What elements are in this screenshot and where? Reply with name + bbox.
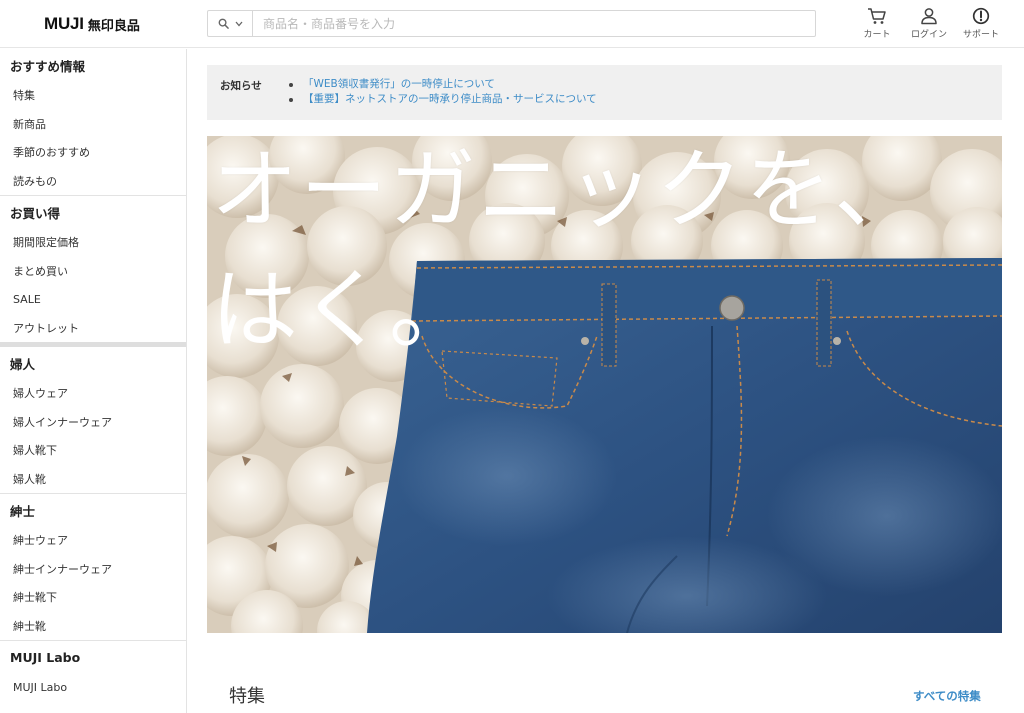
notice-panel: お知らせ 「WEB領収書発行」の一時停止について 【重要】ネットストアの一時承り…	[207, 65, 1002, 120]
hero-headline-line2: はく。	[211, 259, 478, 361]
category-sidebar: おすすめ情報 特集 新商品 季節のおすすめ 読みもの お買い得 期間限定価格 ま…	[0, 49, 187, 713]
search-input[interactable]	[253, 11, 815, 36]
sidebar-item-mens-wear[interactable]: 紳士ウェア	[0, 526, 186, 555]
search-bar	[207, 10, 816, 37]
sidebar-item-sale[interactable]: SALE	[0, 285, 186, 314]
bullet-icon	[289, 82, 293, 87]
notice-link[interactable]: 【重要】ネットストアの一時承り停止商品・サービスについて	[303, 92, 597, 107]
login-button[interactable]: ログイン	[901, 7, 957, 40]
user-icon	[921, 8, 937, 25]
sidebar-section-title: MUJI Labo	[10, 649, 81, 665]
feature-section-title: 特集	[229, 686, 265, 707]
notice-link[interactable]: 「WEB領収書発行」の一時停止について	[303, 77, 495, 92]
sidebar-item-muji-labo[interactable]: MUJI Labo	[0, 673, 186, 702]
notice-item[interactable]: 【重要】ネットストアの一時承り停止商品・サービスについて	[289, 92, 597, 107]
notice-label: お知らせ	[220, 80, 262, 92]
cart-button[interactable]: カート	[849, 7, 905, 40]
notice-item[interactable]: 「WEB領収書発行」の一時停止について	[289, 77, 597, 92]
muji-logo[interactable]: MUJI 無印良品	[44, 13, 140, 35]
sidebar-section-title: 婦人	[10, 356, 36, 372]
support-label: サポート	[962, 30, 999, 40]
logo-kanji: 無印良品	[87, 18, 140, 34]
sidebar-section-title: お買い得	[10, 205, 61, 221]
sidebar-item-mens-innerwear[interactable]: 紳士インナーウェア	[0, 555, 186, 584]
search-icon	[218, 18, 229, 29]
cart-label: カート	[863, 30, 891, 40]
hero-banner[interactable]: オーガニックを、 はく。	[207, 136, 1002, 633]
exclamation-icon	[972, 7, 990, 25]
sidebar-item-womens-shoes[interactable]: 婦人靴	[0, 465, 186, 494]
cart-icon	[868, 8, 886, 24]
site-header: MUJI 無印良品 カート ログイン	[0, 0, 1024, 48]
sidebar-item-new-products[interactable]: 新商品	[0, 110, 186, 139]
support-button[interactable]: サポート	[953, 7, 1009, 40]
sidebar-item-feature[interactable]: 特集	[0, 81, 186, 110]
sidebar-item-reading[interactable]: 読みもの	[0, 167, 186, 196]
chevron-down-icon	[235, 21, 242, 26]
search-scope-dropdown[interactable]	[208, 11, 253, 36]
sidebar-section-title: 紳士	[10, 503, 36, 519]
sidebar-item-womens-innerwear[interactable]: 婦人インナーウェア	[0, 408, 186, 437]
sidebar-item-womens-wear[interactable]: 婦人ウェア	[0, 379, 186, 408]
see-all-features-link[interactable]: すべての特集	[913, 688, 981, 704]
sidebar-item-bulk-buy[interactable]: まとめ買い	[0, 257, 186, 286]
sidebar-item-seasonal[interactable]: 季節のおすすめ	[0, 138, 186, 167]
sidebar-item-mens-shoes[interactable]: 紳士靴	[0, 612, 186, 641]
sidebar-item-womens-socks[interactable]: 婦人靴下	[0, 436, 186, 465]
hero-headline-line1: オーガニックを、	[211, 139, 923, 241]
sidebar-item-mens-socks[interactable]: 紳士靴下	[0, 583, 186, 612]
bullet-icon	[289, 97, 293, 102]
notice-list: 「WEB領収書発行」の一時停止について 【重要】ネットストアの一時承り停止商品・…	[289, 77, 597, 107]
logo-latin: MUJI	[44, 14, 84, 33]
sidebar-section-title: おすすめ情報	[10, 58, 86, 74]
sidebar-item-limited-price[interactable]: 期間限定価格	[0, 228, 186, 257]
login-label: ログイン	[910, 30, 947, 40]
sidebar-item-outlet[interactable]: アウトレット	[0, 314, 186, 343]
